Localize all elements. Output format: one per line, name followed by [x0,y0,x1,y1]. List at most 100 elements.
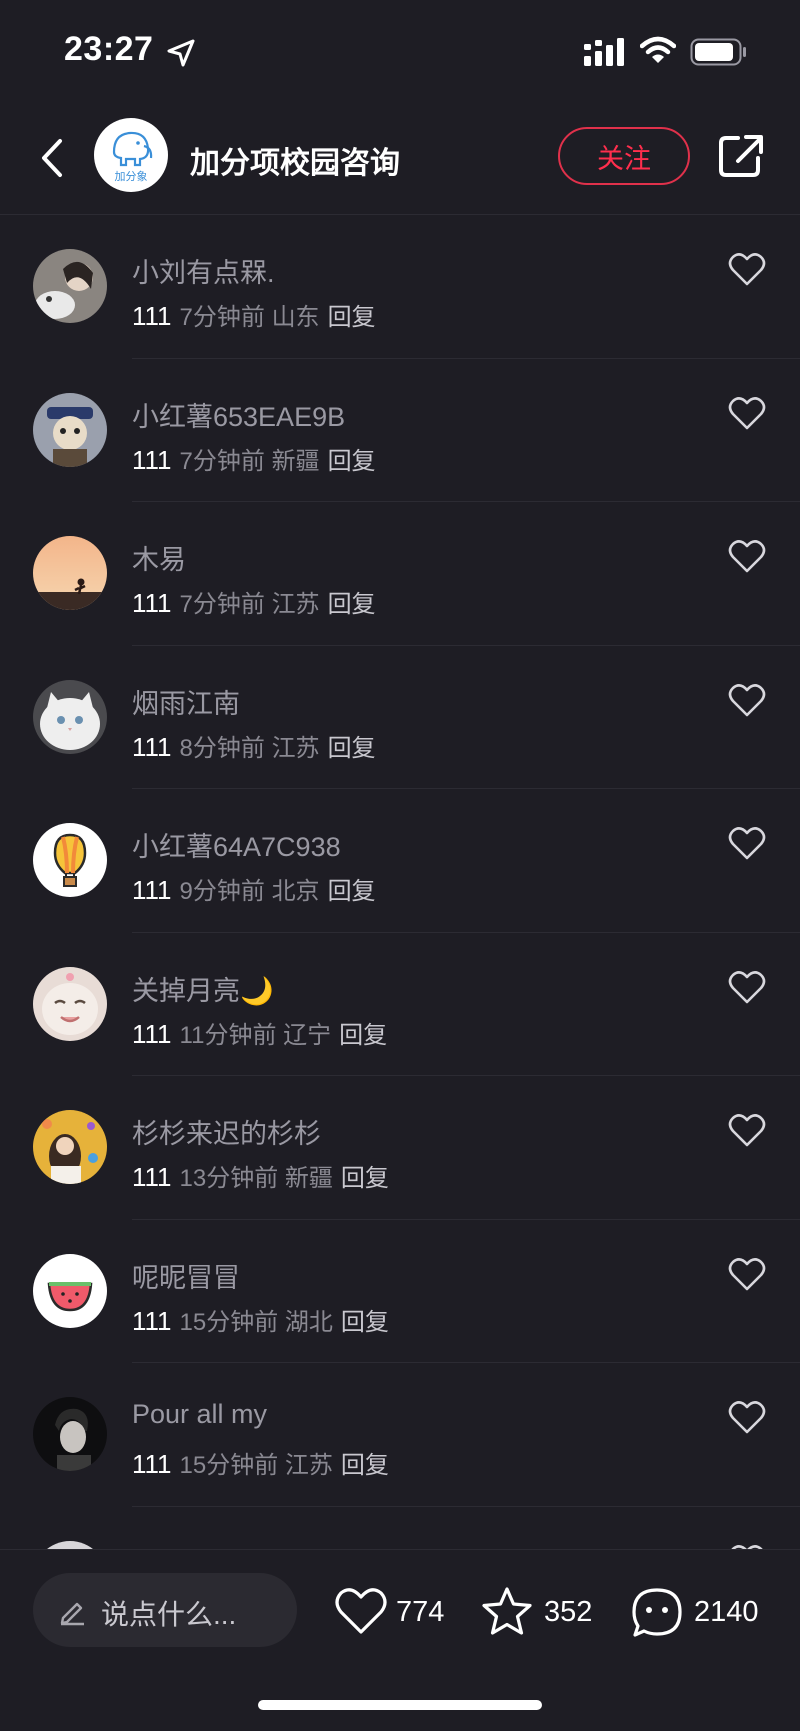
comment-time: 13分钟前 [179,1165,279,1192]
reply-button[interactable]: 回复 [341,1452,389,1479]
status-time: 23:27 [64,30,154,68]
comment-username[interactable]: 关掉月亮🌙 [132,969,274,1008]
comment-list: 小刘有点槑. 111 7分钟前 山东 回复 小红薯653EAE9B 111 7分钟前 … [0,215,800,1650]
comment-username[interactable]: 小红薯64A7C938 [132,825,341,864]
comment-meta: 111 11分钟前 辽宁 回复 [132,1015,387,1050]
comment-username[interactable]: 烟雨江南 [132,682,240,721]
comment-item[interactable]: 杉杉来迟的杉杉 111 13分钟前 新疆 回复 [0,1076,800,1220]
follow-button[interactable]: 关注 [558,127,690,185]
battery-icon [690,38,746,66]
comment-item[interactable]: 关掉月亮🌙 111 11分钟前 辽宁 回复 [0,933,800,1076]
comment-location: 江苏 [284,1452,333,1479]
location-arrow-icon [167,39,195,67]
comment-location: 江苏 [271,734,320,762]
heart-icon[interactable] [728,1399,766,1435]
like-count: 774 [396,1596,445,1628]
user-avatar[interactable] [33,1110,107,1184]
comment-meta: 111 9分钟前 北京 回复 [132,871,376,906]
user-avatar[interactable] [33,392,107,467]
favorite-count: 352 [544,1596,593,1628]
comment-username[interactable]: 小红薯653EAE9B [132,395,345,434]
user-avatar[interactable] [33,679,107,754]
account-avatar[interactable]: 加分象 [94,118,168,192]
comment-location: 湖北 [284,1308,333,1336]
comment-text: 111 [132,1449,172,1479]
reply-button[interactable]: 回复 [328,448,376,475]
reply-button[interactable]: 回复 [328,591,376,618]
wifi-icon [640,36,676,63]
comment-location: 辽宁 [283,1021,332,1049]
reply-button[interactable]: 回复 [341,1165,389,1192]
user-avatar[interactable] [33,966,107,1041]
reply-button[interactable]: 回复 [328,878,376,905]
pencil-icon [60,1602,84,1626]
user-avatar[interactable] [33,1253,107,1328]
comment-time: 7分钟前 [179,447,265,475]
comment-meta: 111 7分钟前 新疆 回复 [132,441,376,476]
comment-username[interactable]: 杉杉来迟的杉杉 [132,1112,321,1151]
comment-meta: 111 15分钟前 湖北 回复 [132,1302,389,1337]
comment-item[interactable]: 小红薯64A7C938 111 9分钟前 北京 回复 [0,789,800,933]
logo-text: 加分象 [115,170,148,183]
comment-username[interactable]: Pour all my [132,1399,267,1430]
heart-icon[interactable] [728,251,766,287]
comment-item[interactable]: 烟雨江南 111 8分钟前 江苏 回复 [0,646,800,789]
comment-location: 山东 [271,304,320,331]
comment-text: 111 [132,1162,172,1192]
comment-username[interactable]: 小刘有点槑. [132,251,275,290]
reply-button[interactable]: 回复 [341,1309,389,1336]
comment-text: 111 [132,301,172,331]
share-icon[interactable] [716,130,766,180]
status-bar: 23:27 [0,0,800,100]
comment-meta: 111 15分钟前 江苏 回复 [132,1445,389,1480]
heart-icon[interactable] [728,538,766,574]
comment-username[interactable]: 呢昵冒冒 [132,1256,240,1295]
comment-text: 111 [132,1305,172,1336]
comment-location: 新疆 [271,447,320,475]
heart-icon[interactable] [728,969,766,1005]
comment-button[interactable]: 2140 [630,1586,770,1640]
like-button[interactable]: 774 [334,1586,454,1640]
user-avatar[interactable] [33,823,107,897]
heart-icon[interactable] [728,682,766,718]
comment-input[interactable]: 说点什么... [33,1573,297,1647]
comment-text: 111 [132,588,172,618]
comment-item[interactable]: 小红薯653EAE9B 111 7分钟前 新疆 回复 [0,359,800,502]
comment-item[interactable]: 木易 111 7分钟前 江苏 回复 [0,502,800,646]
comment-time: 11分钟前 [179,1021,277,1049]
comment-time: 15分钟前 [179,1308,279,1336]
user-avatar[interactable] [33,536,107,610]
comment-count: 2140 [694,1596,759,1628]
comment-item[interactable]: 呢昵冒冒 111 15分钟前 湖北 回复 [0,1220,800,1363]
account-name[interactable]: 加分项校园咨询 [190,138,400,182]
user-avatar[interactable] [33,1397,107,1471]
comment-bubble-icon [632,1588,682,1637]
comment-time: 8分钟前 [179,734,265,762]
comment-input-placeholder: 说点什么... [101,1599,237,1630]
reply-button[interactable]: 回复 [339,1022,387,1049]
comment-location: 新疆 [284,1165,333,1192]
comment-text: 111 [132,875,172,905]
comment-meta: 111 8分钟前 江苏 回复 [132,728,376,763]
heart-icon[interactable] [728,1112,766,1148]
comment-text: 111 [132,731,172,762]
comment-item[interactable]: Pour all my 111 15分钟前 江苏 回复 [0,1363,800,1507]
user-avatar[interactable] [33,249,107,323]
comment-username[interactable]: 木易 [132,538,186,577]
comment-meta: 111 13分钟前 新疆 回复 [132,1158,389,1193]
comment-time: 7分钟前 [179,591,265,618]
elephant-logo-icon: 加分象 [112,131,153,183]
heart-icon[interactable] [728,395,766,431]
favorite-button[interactable]: 352 [480,1586,600,1640]
header: 加分象 加分项校园咨询 关注 [0,100,800,215]
heart-icon [335,1588,387,1634]
comment-time: 7分钟前 [179,304,265,331]
reply-button[interactable]: 回复 [328,304,376,331]
reply-button[interactable]: 回复 [328,735,376,762]
heart-icon[interactable] [728,825,766,861]
home-indicator [258,1700,542,1710]
back-arrow-icon[interactable] [34,133,74,183]
heart-icon[interactable] [728,1256,766,1292]
comment-text: 111 [132,1018,172,1049]
comment-item[interactable]: 小刘有点槑. 111 7分钟前 山东 回复 [0,215,800,359]
